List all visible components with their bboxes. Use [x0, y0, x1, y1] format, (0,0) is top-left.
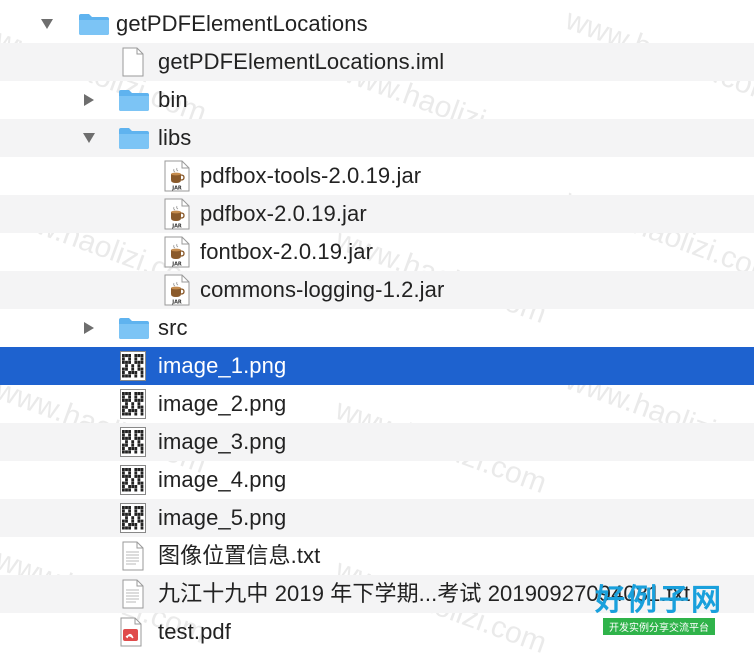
tree-row[interactable]: JAR pdfbox-tools-2.0.19.jar — [0, 157, 754, 195]
tree-row-label: src — [158, 315, 188, 340]
folder-icon — [118, 312, 150, 344]
jar-file-icon: JAR — [164, 160, 190, 192]
document-icon — [122, 46, 144, 78]
tree-row[interactable]: image_1.png — [0, 347, 754, 385]
tree-row-label: fontbox-2.0.19.jar — [200, 239, 374, 264]
tree-row-label: 图像位置信息.txt — [158, 543, 321, 568]
tree-row[interactable]: JAR fontbox-2.0.19.jar — [0, 233, 754, 271]
disclosure-closed-icon[interactable] — [82, 93, 96, 107]
disclosure-open-icon[interactable] — [82, 131, 96, 145]
disclosure-closed-icon[interactable] — [82, 321, 96, 335]
folder-icon — [118, 122, 150, 154]
jar-file-icon: JAR — [164, 274, 190, 306]
tree-row-label: bin — [158, 87, 188, 112]
brand-title: 好例子网 — [595, 583, 723, 618]
tree-row[interactable]: image_3.png — [0, 423, 754, 461]
tree-row[interactable]: 图像位置信息.txt — [0, 537, 754, 575]
tree-row-label: getPDFElementLocations.iml — [158, 49, 445, 74]
tree-row-label: image_3.png — [158, 429, 287, 454]
svg-text:JAR: JAR — [171, 262, 182, 268]
tree-row[interactable]: getPDFElementLocations.iml — [0, 43, 754, 81]
jar-file-icon: JAR — [164, 198, 190, 230]
tree-row[interactable]: JAR commons-logging-1.2.jar — [0, 271, 754, 309]
tree-row[interactable]: image_4.png — [0, 461, 754, 499]
image-file-icon — [120, 388, 146, 420]
tree-row[interactable]: getPDFElementLocations — [0, 5, 754, 43]
tree-row-label: pdfbox-tools-2.0.19.jar — [200, 163, 422, 188]
tree-row-label: libs — [158, 125, 192, 150]
tree-row[interactable]: libs — [0, 119, 754, 157]
tree-row-label: test.pdf — [158, 619, 231, 644]
tree-row-label: image_4.png — [158, 467, 287, 492]
image-file-icon — [120, 350, 146, 382]
image-file-icon — [120, 502, 146, 534]
tree-row-label: image_1.png — [158, 353, 287, 378]
brand-subtitle: 开发实例分享交流平台 — [603, 618, 715, 635]
image-file-icon — [120, 464, 146, 496]
tree-row-label: image_5.png — [158, 505, 287, 530]
tree-row[interactable]: src — [0, 309, 754, 347]
pdf-file-icon — [120, 616, 142, 648]
tree-row-label: getPDFElementLocations — [116, 11, 368, 36]
folder-icon — [78, 8, 110, 40]
tree-row[interactable]: JAR pdfbox-2.0.19.jar — [0, 195, 754, 233]
tree-row[interactable]: image_5.png — [0, 499, 754, 537]
image-file-icon — [120, 426, 146, 458]
svg-text:JAR: JAR — [171, 186, 182, 192]
tree-row-label: commons-logging-1.2.jar — [200, 277, 445, 302]
tree-row[interactable]: image_2.png — [0, 385, 754, 423]
svg-text:JAR: JAR — [171, 300, 182, 306]
jar-file-icon: JAR — [164, 236, 190, 268]
tree-row[interactable]: bin — [0, 81, 754, 119]
disclosure-open-icon[interactable] — [40, 17, 54, 31]
folder-icon — [118, 84, 150, 116]
svg-text:JAR: JAR — [171, 224, 182, 230]
brand-watermark: 好例子网 开发实例分享交流平台 — [594, 584, 724, 636]
text-file-icon — [122, 578, 144, 610]
tree-row-label: pdfbox-2.0.19.jar — [200, 201, 367, 226]
tree-row-label: image_2.png — [158, 391, 287, 416]
text-file-icon — [122, 540, 144, 572]
